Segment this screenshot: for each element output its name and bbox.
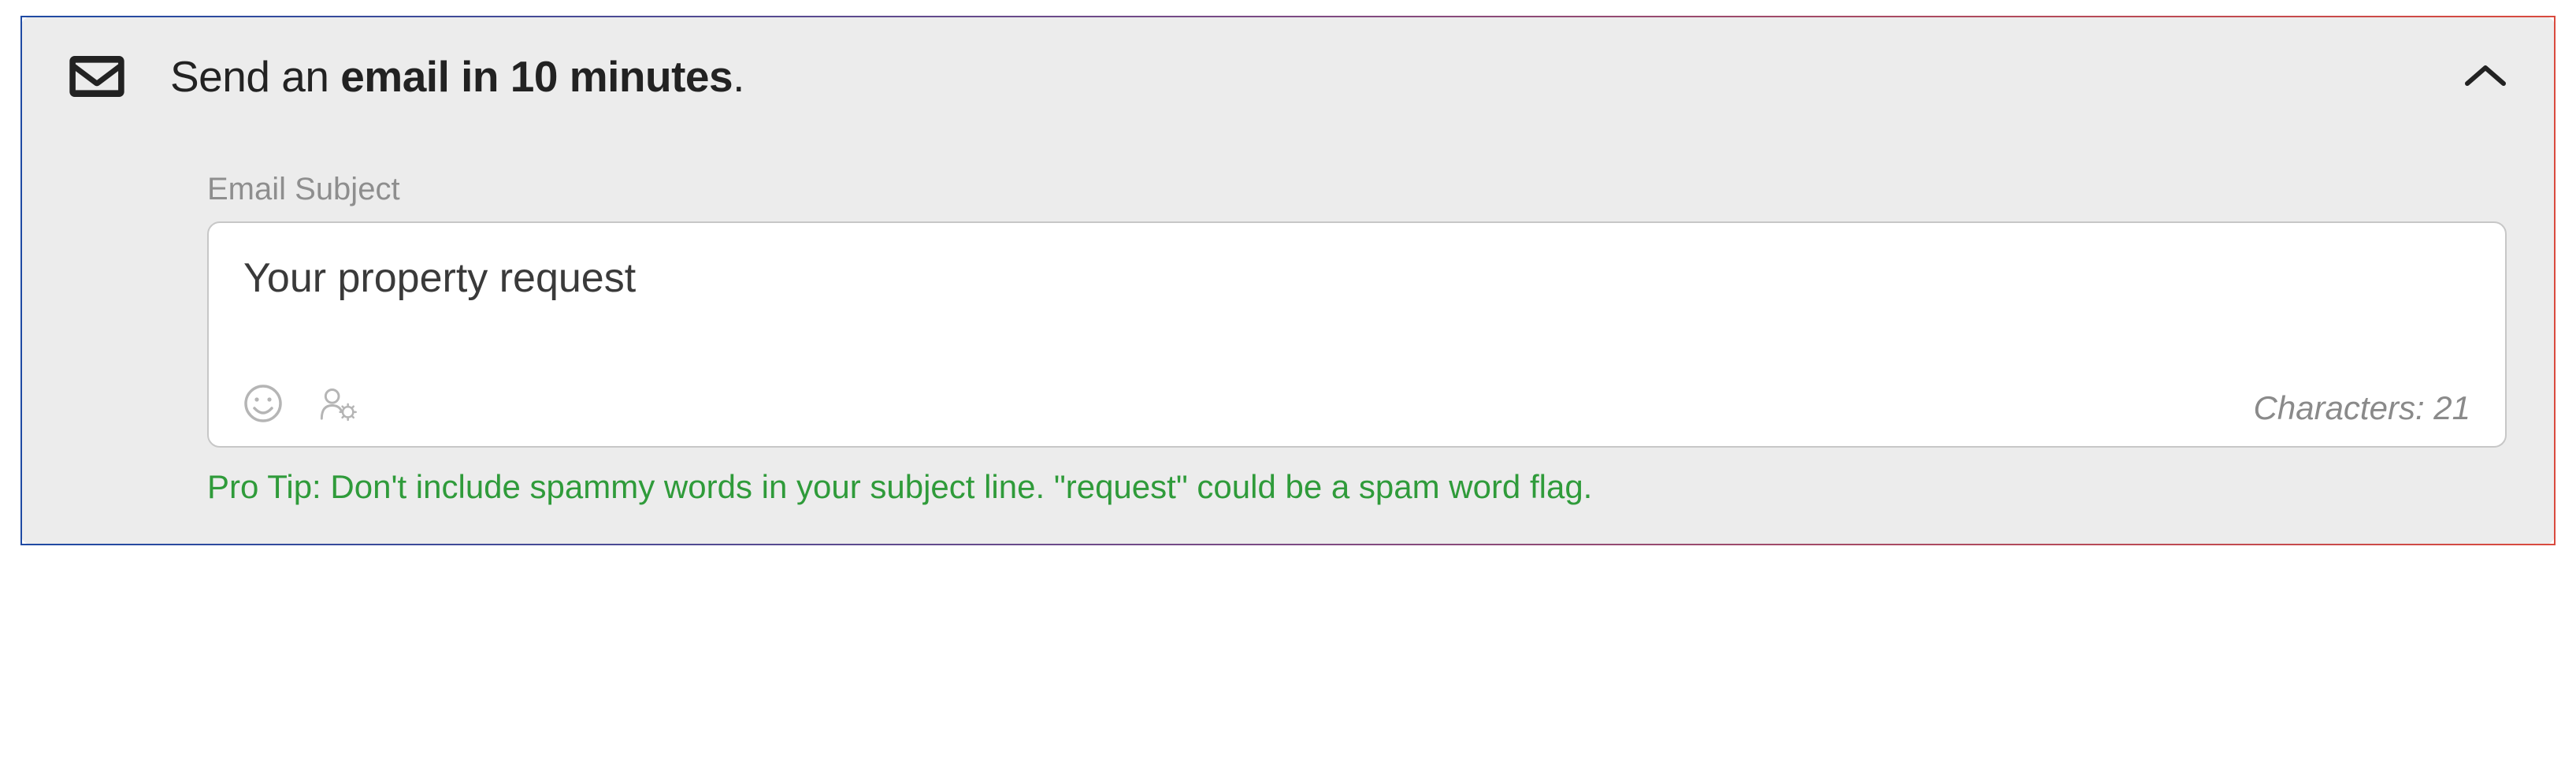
card-title: Send an email in 10 minutes. — [170, 50, 2418, 102]
title-suffix: . — [733, 52, 744, 101]
user-gear-icon — [319, 384, 358, 423]
character-counter: Characters: 21 — [2254, 389, 2470, 427]
subject-input-container: Your property request — [207, 221, 2507, 448]
subject-toolbar: Characters: 21 — [243, 384, 2470, 427]
card-body: Email Subject Your property request — [69, 102, 2507, 506]
title-prefix: Send an — [170, 52, 340, 101]
subject-input[interactable]: Your property request — [243, 255, 2470, 349]
personalize-button[interactable] — [319, 384, 358, 427]
subject-label: Email Subject — [207, 172, 2507, 207]
collapse-toggle[interactable] — [2464, 63, 2507, 90]
emoji-picker-button[interactable] — [243, 384, 283, 427]
title-bold: email in 10 minutes — [340, 52, 733, 101]
pro-tip-text: Pro Tip: Don't include spammy words in y… — [207, 468, 2507, 506]
card-header[interactable]: Send an email in 10 minutes. — [69, 50, 2507, 102]
smiley-icon — [243, 384, 283, 423]
email-step-card: Send an email in 10 minutes. Email Subje… — [20, 16, 2556, 545]
chevron-up-icon — [2464, 63, 2507, 90]
envelope-icon — [69, 56, 124, 97]
